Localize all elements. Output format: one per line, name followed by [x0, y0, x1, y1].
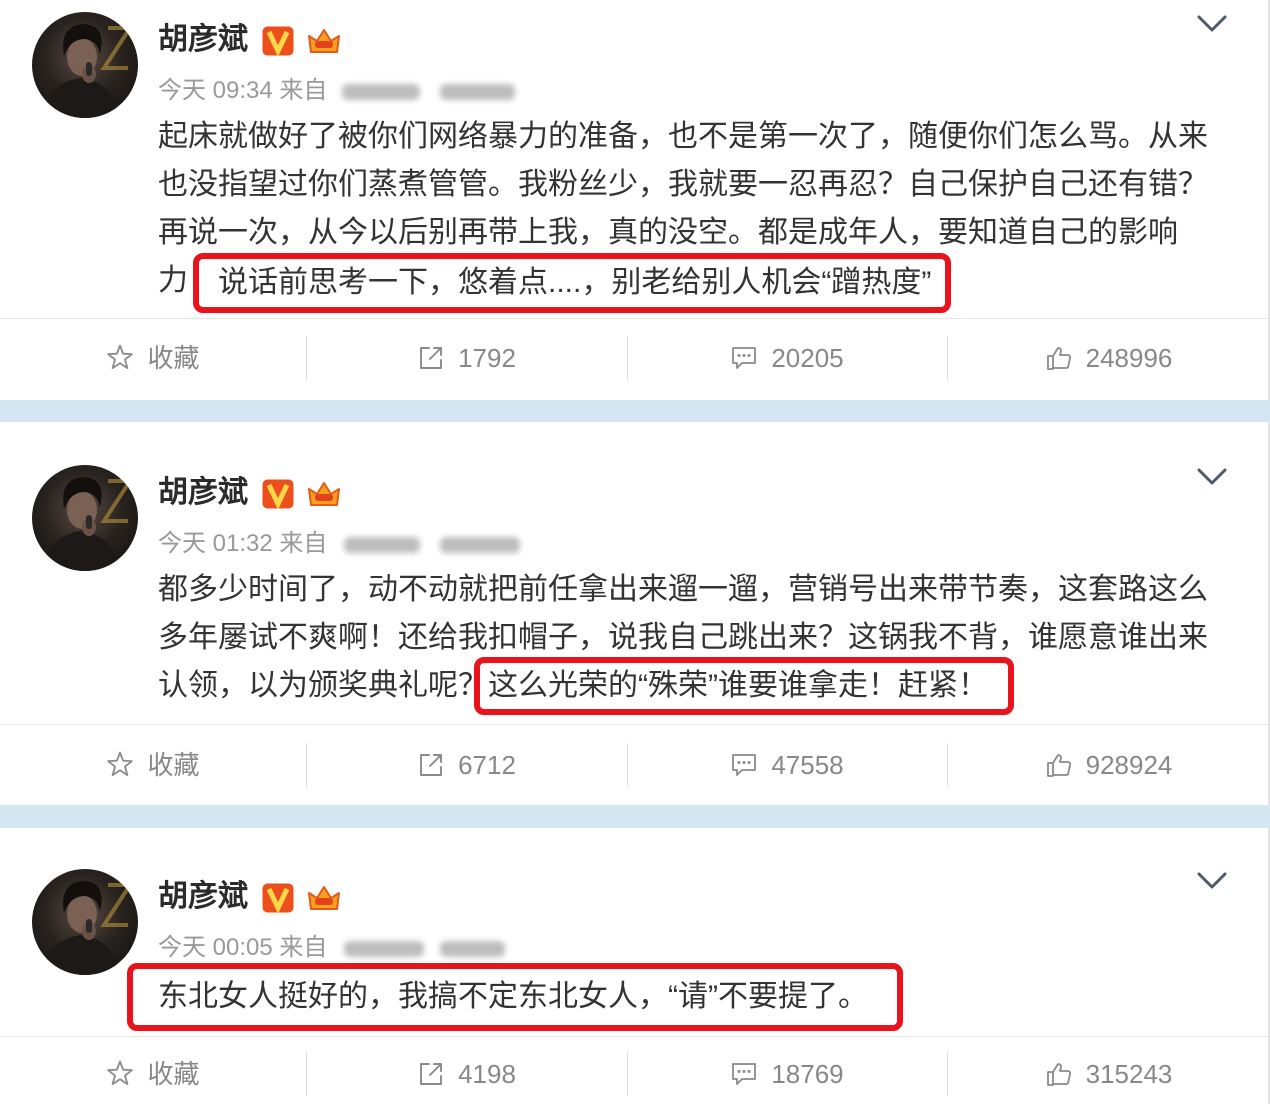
- action-bar: 收藏 4198 18769 315243: [0, 1044, 1268, 1104]
- post-header: 胡彦斌 今天 00:05 来自: [32, 869, 1032, 975]
- blurred-text: [342, 84, 420, 100]
- share-icon: [420, 1063, 443, 1085]
- star-icon: [107, 344, 134, 370]
- repost-button[interactable]: 4198: [306, 1044, 627, 1104]
- comment-button[interactable]: 20205: [627, 328, 947, 388]
- blurred-text: [344, 941, 424, 957]
- comment-icon: [732, 1063, 757, 1085]
- repost-count: 1792: [458, 343, 516, 373]
- comment-icon: [732, 754, 757, 776]
- post-time[interactable]: 今天 01:32 来自: [158, 529, 327, 559]
- like-button[interactable]: 315243: [947, 1044, 1268, 1104]
- avatar[interactable]: [32, 12, 138, 118]
- favorite-label: 收藏: [147, 750, 200, 780]
- divider: [0, 724, 1268, 725]
- author-name[interactable]: 胡彦斌: [158, 475, 248, 511]
- repost-button[interactable]: 1792: [306, 328, 627, 388]
- chevron-down-icon[interactable]: [1196, 14, 1228, 34]
- avatar-photo: [37, 875, 134, 975]
- crown-icon[interactable]: [305, 479, 343, 509]
- like-button[interactable]: 248996: [947, 328, 1268, 388]
- like-count: 928924: [1085, 750, 1173, 780]
- blurred-text: [440, 941, 505, 957]
- blurred-text: [440, 84, 515, 100]
- star-icon: [107, 751, 134, 777]
- like-count: 248996: [1085, 343, 1173, 373]
- action-bar: 收藏 1792 20205 248996: [0, 328, 1268, 388]
- divider: [0, 1036, 1268, 1037]
- favorite-button[interactable]: 收藏: [0, 735, 306, 795]
- post-time[interactable]: 今天 09:34 来自: [158, 76, 327, 106]
- favorite-label: 收藏: [147, 343, 200, 373]
- author-name[interactable]: 胡彦斌: [158, 879, 248, 915]
- highlighted-text: 这么光荣的“殊荣”谁要谁拿走！赶紧！: [474, 657, 1014, 715]
- weibo-post: 胡彦斌 今天 01:32 来自 都多少时间了，动不动就把前任拿出来遛一遛，营销号…: [0, 422, 1270, 805]
- repost-button[interactable]: 6712: [306, 735, 627, 795]
- avatar[interactable]: [32, 465, 138, 571]
- weibo-post: 胡彦斌 今天 09:34 来自 起床就做好了被你们网络暴力的准备，也不是第一次了…: [0, 0, 1270, 400]
- thumbs-up-icon: [1046, 1063, 1071, 1086]
- share-icon: [420, 754, 443, 776]
- post-text-line: 都多少时间了，动不动就把前任拿出来遛一遛，营销号出来带节奏，这套路这么: [158, 573, 1208, 606]
- blurred-source: [342, 933, 532, 963]
- post-time[interactable]: 今天 00:05 来自: [158, 933, 327, 963]
- comment-count: 20205: [771, 343, 844, 373]
- avatar-photo: [37, 18, 134, 118]
- avatar[interactable]: [32, 869, 138, 975]
- blurred-text: [344, 537, 420, 553]
- star-icon: [107, 1060, 134, 1086]
- blurred-text: [440, 537, 520, 553]
- avatar-photo: [37, 471, 134, 571]
- favorite-button[interactable]: 收藏: [0, 328, 306, 388]
- comment-button[interactable]: 18769: [627, 1044, 947, 1104]
- weibo-post: 胡彦斌 今天 00:05 来自 东北女人挺好的，我搞不定东北女人，“请”不要提了…: [0, 828, 1270, 1104]
- comment-button[interactable]: 47558: [627, 735, 947, 795]
- comment-count: 18769: [771, 1059, 844, 1089]
- action-bar: 收藏 6712 47558 928924: [0, 735, 1268, 795]
- comment-icon: [732, 347, 757, 369]
- chevron-down-icon[interactable]: [1196, 871, 1228, 891]
- repost-count: 4198: [458, 1059, 516, 1089]
- thumbs-up-icon: [1046, 347, 1071, 370]
- blurred-source: [342, 529, 532, 559]
- verified-v-badge-icon: [262, 479, 294, 509]
- highlighted-text: 东北女人挺好的，我搞不定东北女人，“请”不要提了。: [127, 963, 903, 1031]
- verified-v-badge-icon: [262, 26, 294, 56]
- post-text-line: 也没指望过你们蒸煮管管。我粉丝少，我就要一忍再忍？自己保护自己还有错？: [158, 168, 1208, 201]
- comment-count: 47558: [771, 750, 844, 780]
- divider: [0, 318, 1268, 319]
- like-count: 315243: [1085, 1059, 1173, 1089]
- chevron-down-icon[interactable]: [1196, 467, 1228, 487]
- blurred-source: [342, 76, 532, 106]
- post-text-line: 多年屡试不爽啊！还给我扣帽子，说我自己跳出来？这锅我不背，谁愿意谁出来: [158, 621, 1208, 654]
- post-header: 胡彦斌 今天 01:32 来自: [32, 465, 1032, 571]
- post-text-line: 再说一次，从今以后别再带上我，真的没空。都是成年人，要知道自己的影响: [158, 216, 1178, 249]
- author-name[interactable]: 胡彦斌: [158, 22, 248, 58]
- repost-count: 6712: [458, 750, 516, 780]
- favorite-label: 收藏: [147, 1059, 200, 1089]
- share-icon: [420, 347, 443, 369]
- post-text-line: 起床就做好了被你们网络暴力的准备，也不是第一次了，随便你们怎么骂。从来: [158, 120, 1208, 153]
- thumbs-up-icon: [1046, 754, 1071, 777]
- like-button[interactable]: 928924: [947, 735, 1268, 795]
- crown-icon[interactable]: [305, 26, 343, 56]
- highlighted-text: 说话前思考一下，悠着点....，别老给别人机会“蹭热度”: [193, 253, 951, 313]
- favorite-button[interactable]: 收藏: [0, 1044, 306, 1104]
- verified-v-badge-icon: [262, 883, 294, 913]
- post-header: 胡彦斌 今天 09:34 来自: [32, 12, 1032, 118]
- crown-icon[interactable]: [305, 883, 343, 913]
